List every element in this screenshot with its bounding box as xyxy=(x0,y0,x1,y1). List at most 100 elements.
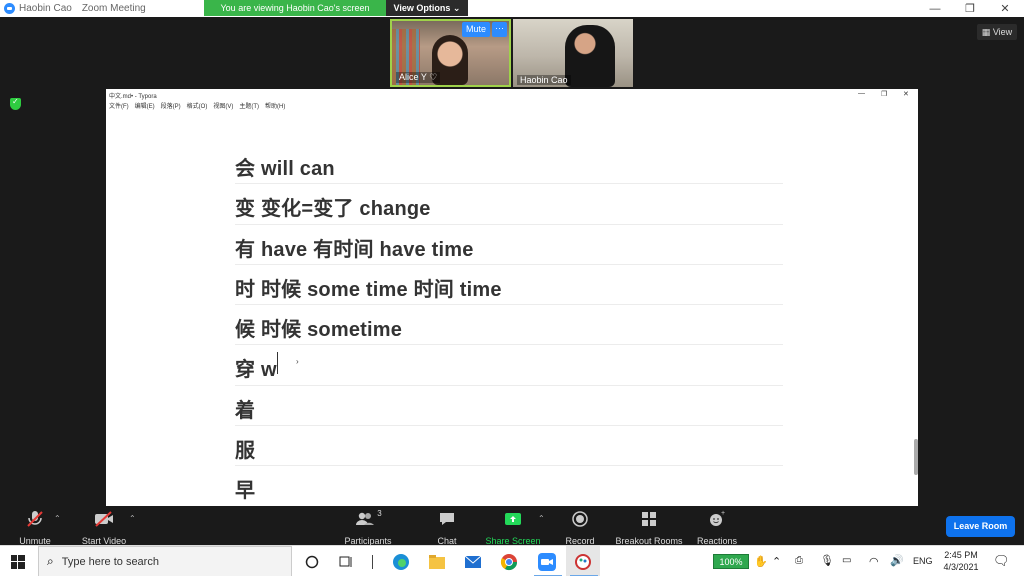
line-text: 会 will can xyxy=(235,158,335,180)
view-options-button[interactable]: View Options ⌄ xyxy=(386,0,468,16)
mouse-pointer-icon: › xyxy=(296,357,299,366)
microphone-icon[interactable]: 🎙 xyxy=(820,554,834,567)
breakout-rooms-icon xyxy=(608,509,690,529)
line-text: 时 时候 some time 时间 time xyxy=(235,278,502,301)
search-icon: ⌕ xyxy=(47,554,54,568)
network-icon[interactable]: ▭ xyxy=(842,555,851,566)
zoom-toolbar: Unmute ⌃ Start Video ⌃ 3 Participants Ch… xyxy=(0,506,1024,546)
cortana-icon[interactable] xyxy=(296,546,328,576)
participants-icon: 3 xyxy=(333,509,403,529)
line-text: 服 xyxy=(235,440,256,463)
participant-name-label: Alice Y ♡ xyxy=(396,72,441,83)
shared-typora-window: 中文.md• - Typora 文件(F) 编辑(E) 段落(P) 格式(O) … xyxy=(106,89,918,506)
leave-room-button[interactable]: Leave Room xyxy=(946,516,1015,537)
list-item[interactable]: 着 xyxy=(235,386,783,427)
participant-video-haobin xyxy=(565,25,615,87)
reactions-button[interactable]: + Reactions xyxy=(682,509,752,546)
video-options-chevron-icon[interactable]: ⌃ xyxy=(129,514,136,523)
participants-button[interactable]: 3 Participants xyxy=(333,509,403,546)
breakout-rooms-button[interactable]: Breakout Rooms xyxy=(608,509,690,546)
hand-icon[interactable]: ✋ xyxy=(754,555,768,568)
security-shield-icon[interactable] xyxy=(10,97,21,110)
menu-paragraph[interactable]: 段落(P) xyxy=(161,101,181,110)
line-text: 早 xyxy=(235,480,256,503)
clock[interactable]: 2:45 PM 4/3/2021 xyxy=(939,550,983,572)
svg-text:+: + xyxy=(721,510,725,517)
menu-view[interactable]: 视图(V) xyxy=(213,101,233,110)
viewing-screen-label: You are viewing Haobin Cao's screen xyxy=(204,0,386,16)
windows-taskbar: ⌕ Type here to search 100% ✋ ⌃ ⎙ 🎙 ▭ ◠ 🔊… xyxy=(0,545,1024,576)
line-text: 有 have 有时间 have time xyxy=(235,238,474,261)
search-placeholder: Type here to search xyxy=(61,555,159,568)
screen-share-banner: You are viewing Haobin Cao's screen View… xyxy=(204,0,468,16)
view-button[interactable]: ▦ View xyxy=(977,24,1017,40)
tray-overflow-chevron-icon[interactable]: ⌃ xyxy=(772,555,781,568)
clock-date: 4/3/2021 xyxy=(943,562,979,572)
line-text: 穿 w xyxy=(235,359,277,382)
typora-restore-icon[interactable]: ❐ xyxy=(881,90,887,98)
menu-format[interactable]: 格式(O) xyxy=(187,101,208,110)
line-text: 变 变化=变了 change xyxy=(235,198,431,221)
participants-count: 3 xyxy=(377,509,382,518)
record-button[interactable]: Record xyxy=(545,509,615,546)
menu-theme[interactable]: 主题(T) xyxy=(239,101,259,110)
typora-close-icon[interactable]: ✕ xyxy=(903,90,909,98)
list-item[interactable]: 会 will can xyxy=(235,144,783,185)
reactions-smiley-icon: + xyxy=(682,509,752,529)
mail-icon[interactable] xyxy=(456,546,490,576)
clock-time: 2:45 PM xyxy=(944,550,978,560)
edge-browser-icon[interactable] xyxy=(384,546,418,576)
list-item[interactable]: 变 变化=变了 change xyxy=(235,184,783,225)
zoom-logo-icon xyxy=(4,3,15,14)
wifi-icon[interactable]: ◠ xyxy=(869,555,879,568)
typora-menu-bar: 文件(F) 编辑(E) 段落(P) 格式(O) 视图(V) 主题(T) 帮助(H… xyxy=(109,101,285,110)
list-item[interactable]: 穿 w xyxy=(235,345,783,386)
battery-percent[interactable]: 100% xyxy=(713,554,749,569)
text-cursor xyxy=(277,352,278,374)
chrome-icon[interactable] xyxy=(492,546,526,576)
list-item[interactable]: 候 时候 sometime xyxy=(235,305,783,346)
participant-name-label: Haobin Cao xyxy=(517,75,571,85)
list-item[interactable]: 有 have 有时间 have time xyxy=(235,225,783,265)
zoom-title-bar: Haobin Cao Zoom Meeting xyxy=(0,0,1024,17)
zoom-taskbar-icon[interactable] xyxy=(530,546,564,576)
taskbar-search-box[interactable]: ⌕ Type here to search xyxy=(38,546,292,576)
window-app-name: Zoom Meeting xyxy=(81,3,146,14)
windows-start-icon[interactable] xyxy=(0,546,36,576)
line-text: 着 xyxy=(235,399,256,422)
typora-minimize-icon[interactable]: — xyxy=(858,90,865,97)
audio-options-chevron-icon[interactable]: ⌃ xyxy=(54,514,61,523)
more-options-button[interactable]: ··· xyxy=(492,22,507,37)
typora-title: 中文.md• - Typora xyxy=(109,94,157,100)
close-window-icon[interactable]: ✕ xyxy=(990,0,1020,17)
record-icon xyxy=(545,509,615,529)
share-options-chevron-icon[interactable]: ⌃ xyxy=(538,514,545,523)
notifications-icon[interactable]: 🗨 xyxy=(993,553,1010,569)
screen: Haobin Cao Zoom Meeting — ❐ ✕ You are vi… xyxy=(0,0,1024,576)
view-label: View xyxy=(992,27,1013,37)
chat-icon xyxy=(412,509,482,529)
list-item[interactable]: 时 时候 some time 时间 time xyxy=(235,265,783,306)
restore-window-icon[interactable]: ❐ xyxy=(955,0,985,17)
menu-file[interactable]: 文件(F) xyxy=(109,101,129,110)
mute-participant-button[interactable]: Mute xyxy=(462,22,490,37)
meet-now-icon[interactable]: ⎙ xyxy=(795,555,803,566)
menu-help[interactable]: 帮助(H) xyxy=(265,101,285,110)
menu-edit[interactable]: 编辑(E) xyxy=(135,101,155,110)
volume-icon[interactable]: 🔊 xyxy=(890,554,904,567)
line-text: 候 时候 sometime xyxy=(235,319,403,342)
video-tile-haobin[interactable]: Haobin Cao xyxy=(513,19,633,87)
minimize-window-icon[interactable]: — xyxy=(920,0,950,17)
list-item[interactable]: 服 xyxy=(235,426,783,467)
chat-button[interactable]: Chat xyxy=(412,509,482,546)
file-explorer-icon[interactable] xyxy=(420,546,454,576)
list-item[interactable]: 早 xyxy=(235,466,783,506)
language-indicator[interactable]: ENG xyxy=(913,556,933,566)
task-view-icon[interactable] xyxy=(330,546,362,576)
document-lines[interactable]: 会 will can 变 变化=变了 change 有 have 有时间 hav… xyxy=(235,144,783,507)
typora-scrollbar[interactable] xyxy=(914,439,918,475)
taskbar-separator xyxy=(362,546,382,576)
window-user-name: Haobin Cao xyxy=(19,3,72,14)
grid-icon: ▦ xyxy=(981,27,991,37)
paint-app-icon[interactable] xyxy=(566,546,600,576)
